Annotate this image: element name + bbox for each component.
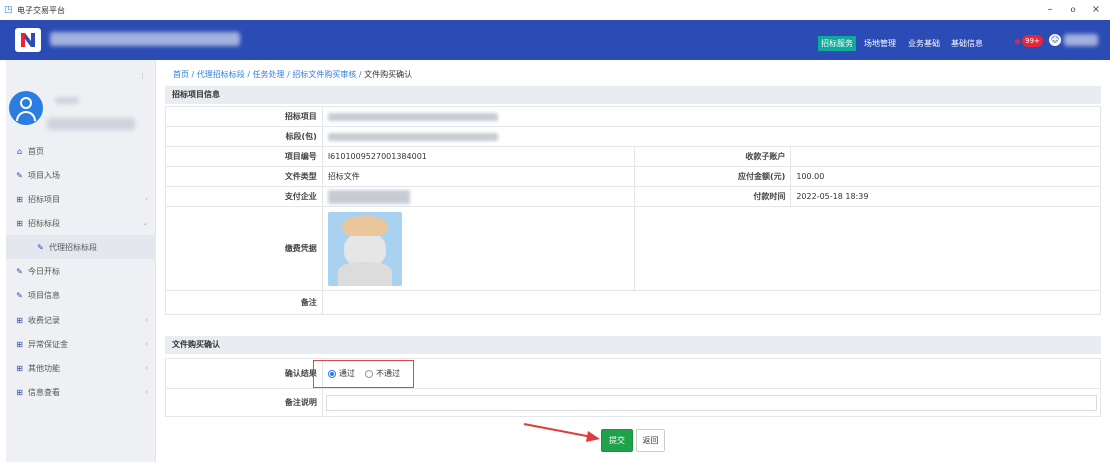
logo-mark-icon bbox=[21, 33, 35, 47]
sidebar-item-label: 招标标段 bbox=[28, 218, 60, 228]
label-remark-desc: 备注说明 bbox=[165, 388, 323, 417]
user-avatar-icon[interactable]: ☺ bbox=[1049, 34, 1061, 46]
breadcrumb-review[interactable]: 招标文件购买审核 bbox=[292, 70, 356, 79]
edit-icon: ✎ bbox=[16, 170, 23, 180]
plus-box-icon: ⊞ bbox=[16, 315, 23, 325]
sidebar-item-label: 首页 bbox=[28, 146, 44, 156]
sidebar-collapse-icon[interactable]: ⋮ bbox=[139, 72, 146, 80]
value-project bbox=[321, 106, 1102, 127]
chevron-icon: ‹ bbox=[145, 195, 148, 203]
sidebar-item-7[interactable]: ⊞ 收费记录 ‹ bbox=[6, 308, 156, 332]
section-title-project-info: 招标项目信息 bbox=[165, 86, 1101, 104]
chevron-icon: ‹ bbox=[145, 340, 148, 348]
top-header: 招标服务 场地管理 业务基础 基础信息 99+ ☺ bbox=[0, 20, 1110, 60]
sidebar-item-4[interactable]: ✎ 代理招标标段 bbox=[6, 235, 156, 259]
label-file-type: 文件类型 bbox=[165, 166, 323, 187]
brand-logo bbox=[15, 28, 41, 52]
sidebar-item-0[interactable]: ⌂ 首页 bbox=[6, 139, 156, 163]
minimize-icon[interactable]: – bbox=[1040, 0, 1060, 20]
alert-dot bbox=[1015, 39, 1020, 44]
platform-name-redacted bbox=[50, 32, 240, 46]
sidebar-item-label: 今日开标 bbox=[28, 266, 60, 276]
sidebar-item-label: 其他功能 bbox=[28, 363, 60, 373]
breadcrumb-current: 文件购买确认 bbox=[364, 70, 413, 79]
plus-box-icon: ⊞ bbox=[16, 387, 23, 397]
sidebar-item-5[interactable]: ✎ 今日开标 bbox=[6, 259, 156, 283]
sidebar-item-8[interactable]: ⊞ 异常保证金 ‹ bbox=[6, 332, 156, 356]
home-icon: ⌂ bbox=[16, 146, 23, 156]
nav-bidding-service[interactable]: 招标服务 bbox=[818, 36, 856, 51]
sidebar-item-label: 收费记录 bbox=[28, 315, 60, 325]
sidebar-item-label: 信息查看 bbox=[28, 387, 60, 397]
window-titlebar: ◳ 电子交易平台 bbox=[0, 0, 1110, 20]
username-redacted[interactable] bbox=[1064, 34, 1098, 46]
value-payer bbox=[321, 186, 635, 207]
label-project-no: 项目编号 bbox=[165, 146, 323, 167]
chevron-icon: ‹ bbox=[145, 364, 148, 372]
sidebar-item-1[interactable]: ✎ 项目入场 bbox=[6, 163, 156, 187]
value-section bbox=[321, 126, 1102, 147]
nav-business-basics[interactable]: 业务基础 bbox=[908, 36, 940, 51]
notification-badge[interactable]: 99+ bbox=[1022, 35, 1043, 47]
breadcrumb-home[interactable]: 首页 bbox=[173, 70, 189, 79]
value-pay-time: 2022-05-18 18:39 bbox=[790, 186, 1101, 207]
annotation-arrow-icon bbox=[523, 423, 600, 442]
chevron-icon: ‹ bbox=[145, 388, 148, 396]
window-title: 电子交易平台 bbox=[17, 5, 65, 15]
plus-box-icon: ⊞ bbox=[16, 363, 23, 373]
sidebar-item-label: 项目入场 bbox=[28, 170, 60, 180]
submit-button[interactable]: 提交 bbox=[601, 429, 633, 452]
label-payer: 支付企业 bbox=[165, 186, 323, 207]
label-project: 招标项目 bbox=[165, 106, 323, 127]
remark-desc-input[interactable] bbox=[326, 395, 1097, 411]
payment-voucher-image[interactable] bbox=[327, 211, 402, 286]
breadcrumb-task[interactable]: 任务处理 bbox=[253, 70, 285, 79]
sidebar-item-label: 异常保证金 bbox=[28, 339, 68, 349]
plus-box-icon: ⊞ bbox=[16, 194, 23, 204]
confirm-result-options: 通过 不通过 bbox=[321, 358, 1102, 389]
highlight-box bbox=[313, 360, 414, 388]
sidebar-item-label: 项目信息 bbox=[28, 290, 60, 300]
section-title-purchase-confirm: 文件购买确认 bbox=[165, 336, 1101, 354]
back-button[interactable]: 返回 bbox=[636, 429, 665, 452]
label-receiver: 收款子账户 bbox=[633, 146, 792, 167]
restore-icon[interactable]: ⲟ bbox=[1063, 0, 1083, 20]
value-file-type: 招标文件 bbox=[321, 166, 635, 187]
app-icon: ◳ bbox=[4, 5, 13, 15]
nav-venue-management[interactable]: 场地管理 bbox=[864, 36, 896, 51]
value-remark bbox=[321, 290, 1102, 315]
sidebar-item-6[interactable]: ✎ 项目信息 bbox=[6, 283, 156, 307]
nav-basic-info[interactable]: 基础信息 bbox=[951, 36, 983, 51]
sidebar-item-3[interactable]: ⊞ 招标标段 ⌄ bbox=[6, 211, 156, 235]
label-voucher: 缴费凭据 bbox=[165, 206, 323, 291]
close-icon[interactable]: × bbox=[1086, 0, 1106, 20]
project-info-table: 招标项目 标段(包) 项目编号 I6101009527001384001 收款子… bbox=[165, 106, 1102, 315]
value-project-no: I6101009527001384001 bbox=[321, 146, 635, 167]
breadcrumb: 首页 / 代理招标标段 / 任务处理 / 招标文件购买审核 / 文件购买确认 bbox=[173, 70, 413, 79]
label-confirm-result: 确认结果 bbox=[165, 358, 323, 389]
sidebar-item-2[interactable]: ⊞ 招标项目 ‹ bbox=[6, 187, 156, 211]
plus-box-icon: ⊞ bbox=[16, 339, 23, 349]
edit-icon: ✎ bbox=[37, 242, 44, 252]
value-voucher bbox=[321, 206, 635, 291]
label-amount: 应付金额(元) bbox=[633, 166, 792, 187]
plus-box-icon: ⊞ bbox=[16, 218, 23, 228]
profile-org-redacted bbox=[47, 118, 135, 130]
profile-name-redacted bbox=[55, 97, 79, 104]
value-amount: 100.00 bbox=[790, 166, 1101, 187]
label-pay-time: 付款时间 bbox=[633, 186, 792, 207]
sidebar-item-9[interactable]: ⊞ 其他功能 ‹ bbox=[6, 356, 156, 380]
chevron-icon: ⌄ bbox=[142, 219, 148, 227]
user-profile-avatar bbox=[9, 91, 43, 125]
edit-icon: ✎ bbox=[16, 290, 23, 300]
breadcrumb-agent-sections[interactable]: 代理招标标段 bbox=[197, 70, 245, 79]
label-section: 标段(包) bbox=[165, 126, 323, 147]
value-receiver bbox=[790, 146, 1101, 167]
edit-icon: ✎ bbox=[16, 266, 23, 276]
sidebar-item-10[interactable]: ⊞ 信息查看 ‹ bbox=[6, 380, 156, 404]
sidebar-item-label: 招标项目 bbox=[28, 194, 60, 204]
chevron-icon: ‹ bbox=[145, 316, 148, 324]
sidebar-item-label: 代理招标标段 bbox=[49, 242, 97, 252]
label-remark: 备注 bbox=[165, 290, 323, 315]
